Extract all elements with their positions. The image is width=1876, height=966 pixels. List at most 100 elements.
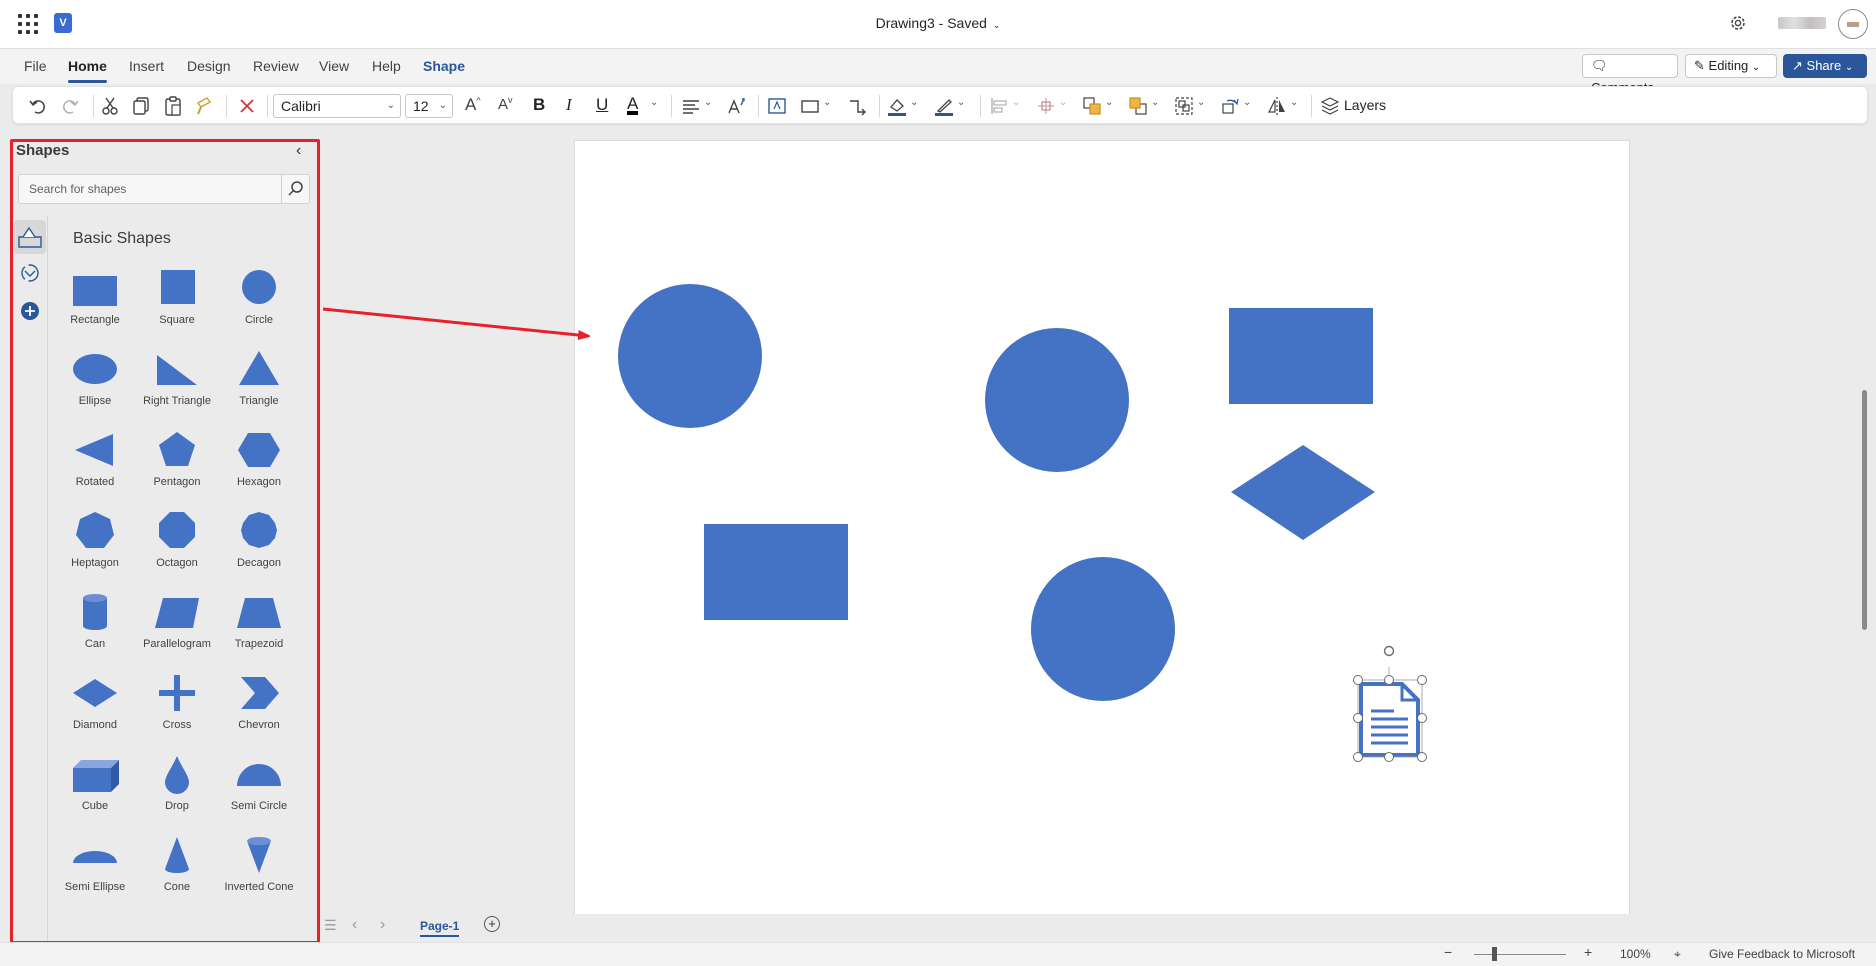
rotate-icon[interactable] xyxy=(1219,95,1241,117)
zoom-level[interactable]: 100% xyxy=(1620,947,1651,961)
shape-cross[interactable]: Cross xyxy=(136,669,218,741)
all-pages-icon[interactable]: ☰ xyxy=(324,917,337,934)
zoom-slider-thumb[interactable] xyxy=(1492,947,1497,961)
shape-search-input[interactable] xyxy=(19,175,277,203)
shape-pentagon[interactable]: Pentagon xyxy=(136,426,218,498)
text-direction-icon[interactable] xyxy=(725,95,747,117)
tab-file[interactable]: File xyxy=(24,58,47,74)
shape-cone[interactable]: Cone xyxy=(136,831,218,903)
recent-shapes-icon[interactable] xyxy=(14,256,46,290)
search-icon[interactable] xyxy=(281,175,309,203)
shape-rectangle[interactable]: Rectangle xyxy=(54,264,136,336)
redo-icon[interactable] xyxy=(59,95,81,117)
underline-icon[interactable]: U xyxy=(596,95,608,117)
shape-semi-circle[interactable]: Semi Circle xyxy=(218,750,300,822)
vertical-scrollbar[interactable] xyxy=(1862,390,1867,630)
shape-trapezoid[interactable]: Trapezoid xyxy=(218,588,300,660)
shape-ellipse[interactable]: Ellipse xyxy=(54,345,136,417)
previous-page-icon[interactable]: ‹ xyxy=(352,916,357,934)
shape-right-triangle[interactable]: Right Triangle xyxy=(136,345,218,417)
rectangle-tool-icon[interactable] xyxy=(799,95,821,117)
copy-icon[interactable] xyxy=(130,95,152,117)
delete-icon[interactable] xyxy=(236,95,258,117)
align-shapes-icon[interactable] xyxy=(988,95,1010,117)
chevron-down-icon[interactable]: ⌄ xyxy=(704,97,712,119)
shape-circle[interactable]: Circle xyxy=(218,264,300,336)
font-name-dropdown[interactable]: Calibri ⌄ xyxy=(273,94,401,118)
canvas-circle-shape[interactable] xyxy=(618,284,762,428)
canvas-circle-shape[interactable] xyxy=(985,328,1129,472)
shape-diamond[interactable]: Diamond xyxy=(54,669,136,741)
shape-semi-ellipse[interactable]: Semi Ellipse xyxy=(54,831,136,903)
shape-parallelogram[interactable]: Parallelogram xyxy=(136,588,218,660)
paste-icon[interactable] xyxy=(162,95,184,117)
tab-view[interactable]: View xyxy=(319,58,349,74)
chevron-down-icon[interactable]: ⌄ xyxy=(1197,97,1205,119)
basic-shapes-stencil-icon[interactable] xyxy=(14,220,46,254)
add-stencil-icon[interactable] xyxy=(14,294,46,328)
shape-rotated-triangle[interactable]: Rotated xyxy=(54,426,136,498)
fill-color-icon[interactable] xyxy=(886,95,908,117)
bring-forward-icon[interactable] xyxy=(1081,95,1103,117)
chevron-down-icon[interactable]: ⌄ xyxy=(1290,97,1298,119)
shape-heptagon[interactable]: Heptagon xyxy=(54,507,136,579)
layers-icon[interactable] xyxy=(1320,95,1340,117)
chevron-down-icon[interactable]: ⌄ xyxy=(650,97,658,119)
connector-icon[interactable] xyxy=(846,95,868,117)
tab-help[interactable]: Help xyxy=(372,58,401,74)
rotate-handle[interactable] xyxy=(1383,645,1395,657)
align-text-icon[interactable] xyxy=(680,95,702,117)
share-button[interactable]: ↗ Share ⌄ xyxy=(1783,54,1867,78)
italic-icon[interactable]: I xyxy=(566,95,572,117)
chevron-down-icon[interactable]: ⌄ xyxy=(823,97,831,119)
collapse-panel-icon[interactable]: ‹ xyxy=(296,142,301,160)
line-color-icon[interactable] xyxy=(933,95,955,117)
canvas-circle-shape[interactable] xyxy=(1031,557,1175,701)
chevron-down-icon[interactable]: ⌄ xyxy=(1059,97,1067,119)
tab-home[interactable]: Home xyxy=(68,58,107,83)
font-size-dropdown[interactable]: 12 ⌄ xyxy=(405,94,453,118)
next-page-icon[interactable]: › xyxy=(380,916,385,934)
zoom-in-icon[interactable]: + xyxy=(1584,944,1592,960)
increase-font-size-icon[interactable]: A^ xyxy=(465,95,481,117)
shape-triangle[interactable]: Triangle xyxy=(218,345,300,417)
shape-drop[interactable]: Drop xyxy=(136,750,218,822)
shape-hexagon[interactable]: Hexagon xyxy=(218,426,300,498)
tab-review[interactable]: Review xyxy=(253,58,299,74)
shape-can[interactable]: Can xyxy=(54,588,136,660)
document-title[interactable]: Drawing3 - Saved ⌄ xyxy=(0,15,1876,31)
editing-mode-button[interactable]: ✎ Editing ⌄ xyxy=(1685,54,1777,78)
page-tab-page-1[interactable]: Page-1 xyxy=(420,919,460,937)
group-icon[interactable] xyxy=(1173,95,1195,117)
shape-cube[interactable]: Cube xyxy=(54,750,136,822)
settings-gear-icon[interactable] xyxy=(1728,13,1748,33)
send-backward-icon[interactable] xyxy=(1127,95,1149,117)
font-color-icon[interactable]: A xyxy=(627,95,639,115)
avatar[interactable] xyxy=(1838,9,1868,39)
shape-inverted-cone[interactable]: Inverted Cone xyxy=(218,831,300,903)
zoom-slider[interactable] xyxy=(1474,954,1566,955)
shape-square[interactable]: Square xyxy=(136,264,218,336)
position-icon[interactable] xyxy=(1035,95,1057,117)
flip-icon[interactable] xyxy=(1266,95,1288,117)
layers-button[interactable]: Layers xyxy=(1344,97,1386,119)
text-box-icon[interactable] xyxy=(766,95,788,117)
undo-icon[interactable] xyxy=(27,95,49,117)
cut-icon[interactable] xyxy=(99,95,121,117)
chevron-down-icon[interactable]: ⌄ xyxy=(1012,97,1020,119)
shape-decagon[interactable]: Decagon xyxy=(218,507,300,579)
canvas-rectangle-shape[interactable] xyxy=(1229,308,1373,404)
chevron-down-icon[interactable]: ⌄ xyxy=(1243,97,1251,119)
tab-design[interactable]: Design xyxy=(187,58,231,74)
shape-chevron[interactable]: Chevron xyxy=(218,669,300,741)
add-page-icon[interactable]: + xyxy=(484,916,500,932)
feedback-link[interactable]: Give Feedback to Microsoft xyxy=(1709,947,1855,961)
shape-octagon[interactable]: Octagon xyxy=(136,507,218,579)
tab-shape[interactable]: Shape xyxy=(423,58,465,74)
zoom-out-icon[interactable]: − xyxy=(1444,944,1452,960)
format-painter-icon[interactable] xyxy=(193,95,215,117)
canvas-rectangle-shape[interactable] xyxy=(704,524,848,620)
chevron-down-icon[interactable]: ⌄ xyxy=(1151,97,1159,119)
tab-insert[interactable]: Insert xyxy=(129,58,164,74)
decrease-font-size-icon[interactable]: Av xyxy=(498,95,513,117)
